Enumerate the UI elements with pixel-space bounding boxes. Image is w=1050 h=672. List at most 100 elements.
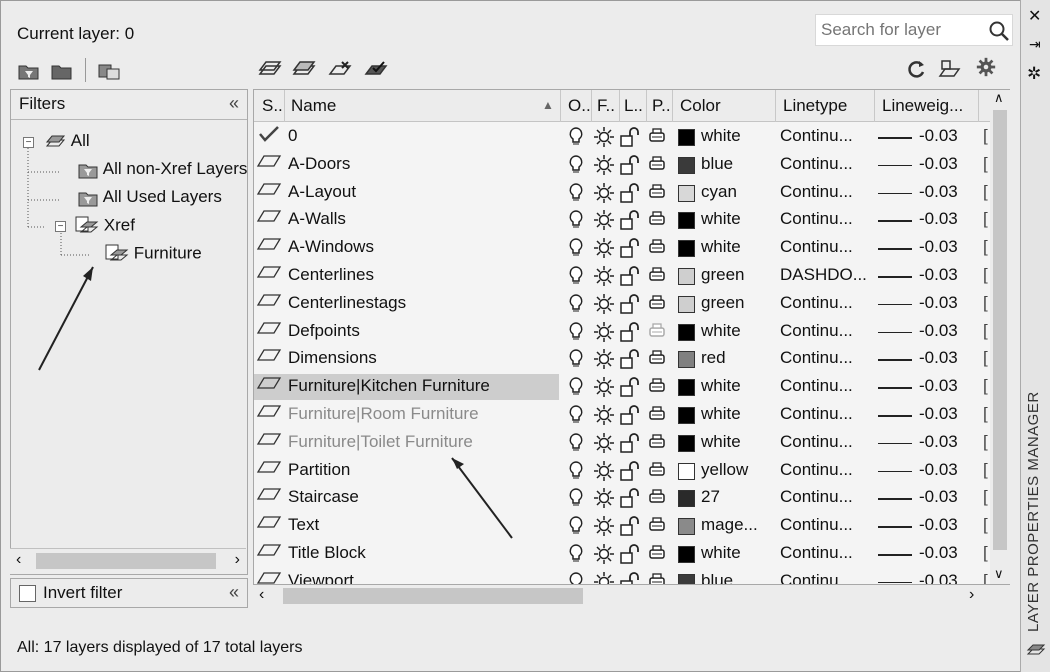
layer-lineweight[interactable]: -0.03 (919, 182, 958, 202)
collapse-filters-icon[interactable]: « (229, 93, 239, 114)
printer-icon[interactable] (648, 433, 666, 456)
color-swatch[interactable] (678, 184, 695, 202)
sun-icon[interactable] (594, 238, 614, 263)
sun-icon[interactable] (594, 544, 614, 569)
scroll-up-icon[interactable]: ∧ (994, 90, 1004, 106)
layer-name[interactable]: Viewport (288, 571, 354, 584)
lightbulb-icon[interactable] (569, 182, 583, 208)
color-swatch[interactable] (678, 212, 695, 230)
layer-linetype[interactable]: Continu... (780, 376, 853, 396)
layer-row[interactable]: Defpoints white Continu... -0.03 [ (254, 318, 994, 346)
printer-icon[interactable] (648, 377, 666, 400)
layer-name[interactable]: A-Windows (288, 237, 374, 257)
layer-color[interactable]: white (701, 126, 741, 146)
auto-hide-icon[interactable]: ⇥ (1029, 36, 1041, 53)
lightbulb-icon[interactable] (569, 572, 583, 584)
unlocked-icon[interactable] (620, 544, 642, 569)
unlocked-icon[interactable] (620, 238, 642, 263)
sun-icon[interactable] (594, 516, 614, 541)
unlocked-icon[interactable] (620, 210, 642, 235)
layer-lineweight[interactable]: -0.03 (919, 321, 958, 341)
printer-icon[interactable] (648, 461, 666, 484)
lightbulb-icon[interactable] (569, 488, 583, 513)
layer-linetype[interactable]: Continu... (780, 543, 853, 563)
layer-color[interactable]: 27 (701, 487, 720, 507)
sun-icon[interactable] (594, 293, 614, 319)
layer-color[interactable]: white (701, 209, 741, 229)
new-group-filter-icon[interactable] (50, 60, 74, 82)
layer-name[interactable]: A-Doors (288, 154, 350, 174)
layer-linetype[interactable]: Continu... (780, 209, 853, 229)
new-property-filter-icon[interactable] (17, 60, 41, 82)
layer-linetype[interactable]: Continu... (780, 126, 853, 146)
delete-layer-icon[interactable] (328, 58, 352, 80)
color-swatch[interactable] (678, 129, 695, 146)
sun-icon[interactable] (594, 432, 614, 458)
printer-icon[interactable] (648, 349, 666, 372)
layer-name[interactable]: Text (288, 515, 319, 535)
new-layer-icon[interactable] (258, 58, 282, 80)
color-swatch[interactable] (678, 490, 695, 508)
printer-icon[interactable] (648, 238, 666, 261)
layer-row[interactable]: Viewport blue Continu... -0.03 [ (254, 568, 994, 584)
unlocked-icon[interactable] (620, 154, 642, 180)
refresh-icon[interactable] (904, 58, 928, 80)
sun-icon[interactable] (594, 405, 614, 430)
new-layer-frozen-icon[interactable] (292, 58, 316, 80)
lightbulb-icon[interactable] (569, 294, 583, 319)
column-header-on[interactable]: O.. (568, 96, 591, 116)
layer-name[interactable]: Dimensions (288, 348, 377, 368)
color-swatch[interactable] (678, 434, 695, 452)
layer-name[interactable]: Centerlinestags (288, 293, 406, 313)
layer-name[interactable]: A-Layout (288, 182, 356, 202)
layer-row[interactable]: A-Doors blue Continu... -0.03 [ (254, 151, 994, 179)
layer-lineweight[interactable]: -0.03 (919, 571, 958, 584)
color-swatch[interactable] (678, 379, 695, 397)
tree-item-all[interactable]: All (45, 131, 90, 152)
sun-icon[interactable] (594, 321, 614, 347)
layer-row[interactable]: Centerlines green DASHDO... -0.03 [ (254, 262, 994, 290)
color-swatch[interactable] (678, 351, 695, 369)
layer-linetype[interactable]: Continu... (780, 432, 853, 452)
invert-filter-checkbox[interactable] (19, 585, 36, 602)
layer-row[interactable]: Centerlinestags green Continu... -0.03 [ (254, 290, 994, 318)
unlocked-icon[interactable] (620, 266, 642, 291)
layer-lineweight[interactable]: -0.03 (919, 237, 958, 257)
gear-icon[interactable] (974, 56, 998, 78)
layer-lineweight[interactable]: -0.03 (919, 348, 958, 368)
color-swatch[interactable] (678, 268, 695, 285)
layer-lineweight[interactable]: -0.03 (919, 432, 958, 452)
layer-linetype[interactable]: DASHDO... (780, 265, 867, 285)
layers-horizontal-scrollbar[interactable]: ‹ › (253, 585, 993, 609)
layer-linetype[interactable]: Continu... (780, 460, 853, 480)
layer-row[interactable]: Furniture|Kitchen Furniture white Continu.… (254, 373, 994, 401)
layer-name[interactable]: Furniture|Toilet Furniture (288, 432, 473, 452)
set-current-layer-icon[interactable] (364, 58, 388, 80)
layer-color[interactable]: white (701, 237, 741, 257)
layer-linetype[interactable]: Continu... (780, 571, 853, 584)
layer-linetype[interactable]: Continu... (780, 404, 853, 424)
lightbulb-icon[interactable] (569, 405, 583, 430)
color-swatch[interactable] (678, 546, 695, 563)
column-header-name[interactable]: Name (291, 96, 336, 116)
column-header-freeze[interactable]: F.. (597, 96, 615, 116)
layer-color[interactable]: white (701, 376, 741, 396)
layer-lineweight[interactable]: -0.03 (919, 460, 958, 480)
lightbulb-icon[interactable] (569, 127, 583, 152)
unlocked-icon[interactable] (620, 377, 642, 402)
layer-name[interactable]: Defpoints (288, 321, 360, 341)
lightbulb-icon[interactable] (569, 266, 583, 291)
lightbulb-icon[interactable] (569, 460, 583, 486)
layer-row[interactable]: A-Windows white Continu... -0.03 [ (254, 234, 994, 262)
layer-row[interactable]: 0 white Continu... -0.03 [ (254, 123, 994, 151)
sun-icon[interactable] (594, 127, 614, 152)
color-swatch[interactable] (678, 323, 695, 341)
printer-icon[interactable] (648, 210, 666, 233)
layer-color[interactable]: white (701, 432, 741, 452)
lightbulb-icon[interactable] (569, 349, 583, 374)
color-swatch[interactable] (678, 462, 695, 480)
column-header-plot[interactable]: P.. (652, 96, 671, 116)
layer-linetype[interactable]: Continu... (780, 321, 853, 341)
layer-lineweight[interactable]: -0.03 (919, 126, 958, 146)
lightbulb-icon[interactable] (569, 155, 583, 180)
